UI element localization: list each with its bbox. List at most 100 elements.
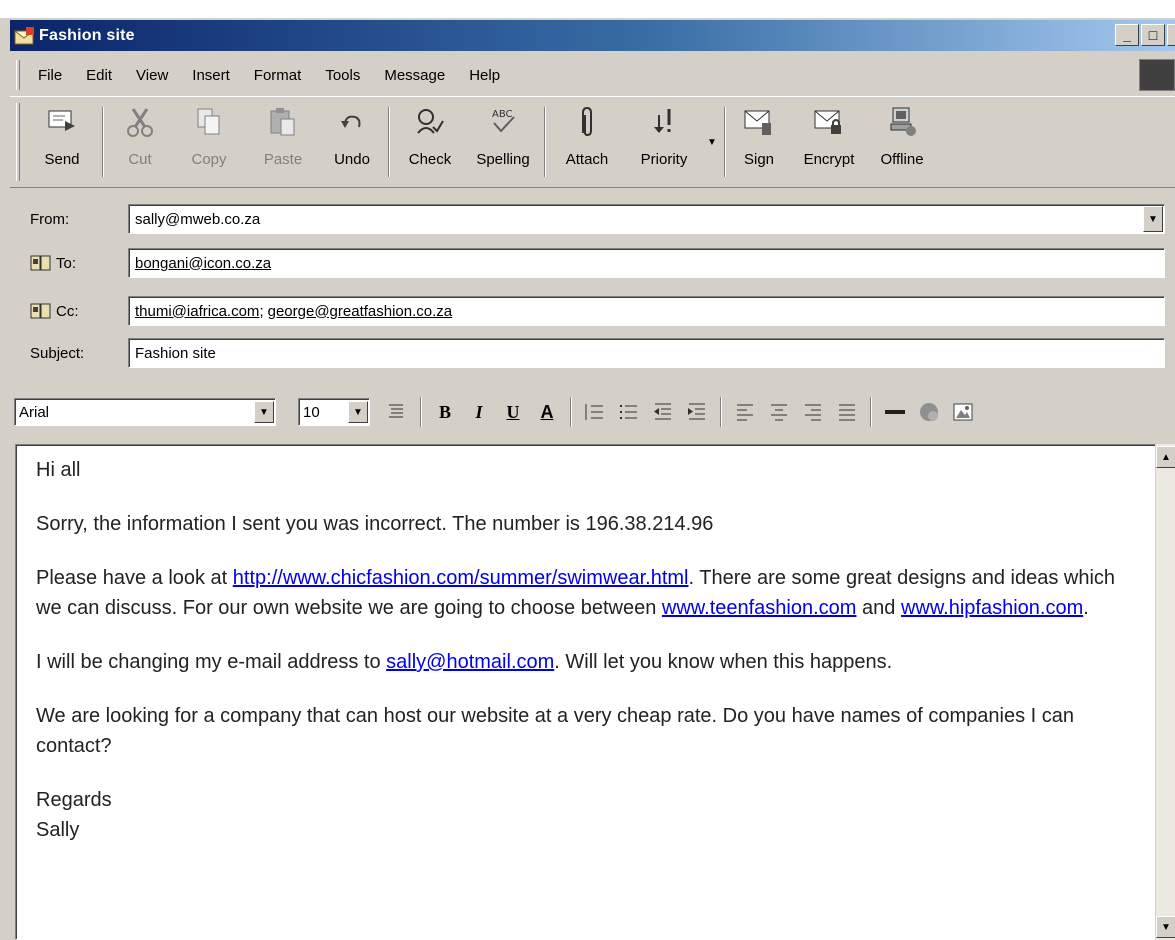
vertical-scrollbar[interactable]: ▲ ▼ xyxy=(1155,444,1175,940)
close-button[interactable]: × xyxy=(1167,24,1175,46)
paragraph-style-button[interactable] xyxy=(382,397,412,427)
menu-edit[interactable]: Edit xyxy=(74,67,124,84)
align-center-button[interactable] xyxy=(764,397,794,427)
font-size-select[interactable]: 10 ▼ xyxy=(298,398,370,426)
scroll-up-button[interactable]: ▲ xyxy=(1156,446,1175,468)
attach-label: Attach xyxy=(565,151,609,168)
address-book-icon xyxy=(30,303,51,319)
paragraph-style-icon xyxy=(389,404,403,418)
cc-row: Cc: thumi@iafrica.com ; george@greatfash… xyxy=(10,294,1175,328)
menu-tools[interactable]: Tools xyxy=(313,67,372,84)
italic-button[interactable]: I xyxy=(464,397,494,427)
body-paragraph-3: I will be changing my e-mail address to … xyxy=(36,647,1134,677)
minimize-button[interactable]: _ xyxy=(1115,24,1139,46)
priority-dropdown-arrow[interactable]: ▼ xyxy=(704,97,720,187)
encrypt-label: Encrypt xyxy=(803,151,855,168)
maximize-button[interactable]: □ xyxy=(1141,24,1165,46)
send-button[interactable]: Send xyxy=(26,97,98,187)
copy-button[interactable]: Copy xyxy=(172,97,246,187)
priority-button[interactable]: Priority xyxy=(624,97,704,187)
numbered-list-icon xyxy=(585,404,603,420)
body-paragraph-1: Sorry, the information I sent you was in… xyxy=(36,513,714,535)
encrypt-button[interactable]: Encrypt xyxy=(788,97,870,187)
numbered-list-button[interactable] xyxy=(580,397,610,427)
to-label: To: xyxy=(56,254,77,272)
underline-button[interactable]: U xyxy=(498,397,528,427)
p3-text-b: . Will let you know when this happens. xyxy=(554,651,893,673)
horizontal-line-icon xyxy=(885,410,905,414)
justify-button[interactable] xyxy=(832,397,862,427)
paste-button[interactable]: Paste xyxy=(246,97,320,187)
paperclip-icon xyxy=(582,106,592,137)
picture-icon xyxy=(953,403,973,421)
formatting-toolbar: Arial ▼ 10 ▼ B I U A xyxy=(10,388,1175,436)
sign-button[interactable]: Sign xyxy=(730,97,788,187)
cut-button[interactable]: Cut xyxy=(108,97,172,187)
compose-window: Fashion site _ □ × File Edit View Insert… xyxy=(0,0,1175,940)
message-body-editor[interactable]: Hi all Sorry, the information I sent you… xyxy=(15,444,1175,940)
spelling-button[interactable]: ABC Spelling xyxy=(466,97,540,187)
svg-text:ABC: ABC xyxy=(492,109,513,120)
window-title: Fashion site xyxy=(39,26,135,44)
toolbar-separator xyxy=(388,107,390,177)
subject-label: Subject: xyxy=(30,344,85,362)
bullet-list-button[interactable] xyxy=(614,397,644,427)
font-name-select[interactable]: Arial ▼ xyxy=(14,398,276,426)
to-recipient[interactable]: bongani@icon.co.za xyxy=(135,255,271,272)
undo-button[interactable]: Undo xyxy=(320,97,384,187)
cc-address-book-button[interactable]: Cc: xyxy=(10,302,128,320)
cc-separator: ; xyxy=(259,302,264,320)
menu-help[interactable]: Help xyxy=(457,67,512,84)
decrease-indent-button[interactable] xyxy=(648,397,678,427)
scroll-down-button[interactable]: ▼ xyxy=(1156,916,1175,938)
font-name-dropdown-button[interactable]: ▼ xyxy=(254,401,274,423)
hotmail-email-link[interactable]: sally@hotmail.com xyxy=(386,651,554,673)
increase-indent-button[interactable] xyxy=(682,397,712,427)
toolbar-separator xyxy=(420,397,422,427)
horizontal-line-button[interactable] xyxy=(880,397,910,427)
bold-button[interactable]: B xyxy=(430,397,460,427)
menu-insert[interactable]: Insert xyxy=(180,67,242,84)
attach-button[interactable]: Attach xyxy=(550,97,624,187)
insert-picture-button[interactable] xyxy=(948,397,978,427)
teenfashion-link[interactable]: www.teenfashion.com xyxy=(662,597,857,619)
toolbar-grip[interactable] xyxy=(16,103,20,181)
bullet-list-icon xyxy=(620,405,637,419)
to-field[interactable]: bongani@icon.co.za xyxy=(128,248,1165,278)
justify-icon xyxy=(839,404,855,421)
body-closing: Regards xyxy=(36,789,112,811)
align-left-button[interactable] xyxy=(730,397,760,427)
to-address-book-button[interactable]: To: xyxy=(10,254,128,272)
align-right-icon xyxy=(805,404,821,421)
from-value: sally@mweb.co.za xyxy=(135,210,261,228)
insert-hyperlink-button[interactable] xyxy=(914,397,944,427)
toolbar-separator xyxy=(720,397,722,427)
from-select[interactable]: sally@mweb.co.za ▼ xyxy=(128,204,1165,234)
align-right-button[interactable] xyxy=(798,397,828,427)
font-color-button[interactable]: A xyxy=(532,397,562,427)
undo-label: Undo xyxy=(334,151,370,168)
envelope-app-icon xyxy=(14,26,35,44)
align-center-icon xyxy=(771,404,787,421)
cc-recipient-1[interactable]: thumi@iafrica.com xyxy=(135,303,259,320)
font-size-dropdown-button[interactable]: ▼ xyxy=(348,401,368,423)
hipfashion-link[interactable]: www.hipfashion.com xyxy=(901,597,1083,619)
check-names-button[interactable]: Check xyxy=(394,97,466,187)
from-dropdown-button[interactable]: ▼ xyxy=(1143,206,1163,232)
cc-recipient-2[interactable]: george@greatfashion.co.za xyxy=(268,303,453,320)
font-size-value: 10 xyxy=(303,403,320,421)
cc-field[interactable]: thumi@iafrica.com ; george@greatfashion.… xyxy=(128,296,1165,326)
menu-grip[interactable] xyxy=(16,60,20,90)
offline-button[interactable]: Offline xyxy=(870,97,934,187)
increase-indent-icon xyxy=(688,403,705,420)
font-name-value: Arial xyxy=(19,403,50,421)
menu-format[interactable]: Format xyxy=(242,67,314,84)
menu-file[interactable]: File xyxy=(26,67,74,84)
menu-view[interactable]: View xyxy=(124,67,180,84)
menu-message[interactable]: Message xyxy=(372,67,457,84)
title-bar[interactable]: Fashion site _ □ × xyxy=(10,20,1175,51)
chicfashion-link[interactable]: http://www.chicfashion.com/summer/swimwe… xyxy=(233,567,689,589)
encrypt-envelope-icon xyxy=(814,110,841,134)
menu-bar: File Edit View Insert Format Tools Messa… xyxy=(10,57,1175,93)
subject-input[interactable]: Fashion site xyxy=(128,338,1165,368)
